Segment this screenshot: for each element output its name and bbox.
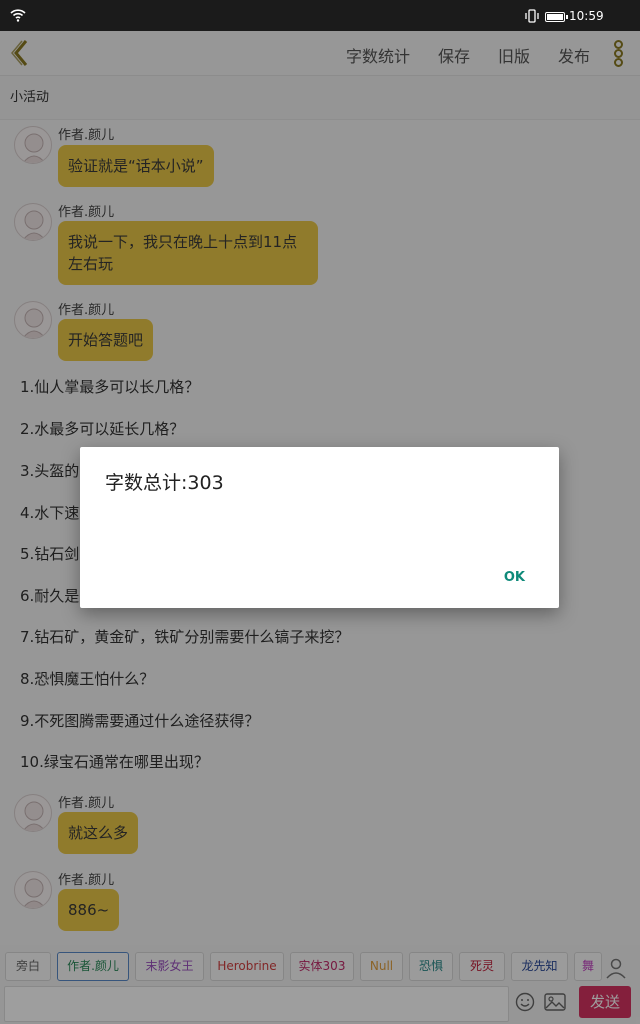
word-count-dialog: 字数总计:303 OK [80,447,559,608]
status-time: 10:59 [569,9,604,23]
vibrate-icon [525,9,539,23]
wifi-icon [10,9,26,22]
dialog-title: 字数总计:303 [105,472,224,494]
status-bar: 10:59 [0,0,640,31]
battery-icon [545,12,568,22]
ok-button[interactable]: OK [504,570,525,585]
